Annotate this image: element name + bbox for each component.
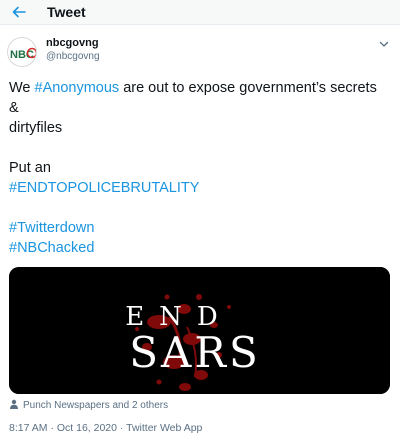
tagged-users-label: Punch Newspapers and 2 others <box>23 400 169 411</box>
top-bar: Tweet <box>0 0 400 25</box>
avatar-label: NBC <box>10 49 34 61</box>
back-arrow-icon[interactable] <box>9 2 29 22</box>
tweet-text-line: & <box>9 100 19 116</box>
hashtag-endtopolicebrutality[interactable]: #ENDTOPOLICEBRUTALITY <box>9 178 395 198</box>
tweet-timestamp[interactable]: 8:17 AM · Oct 16, 2020 · Twitter Web App <box>9 421 202 435</box>
avatar[interactable]: NBC <box>7 37 37 67</box>
hashtag-anonymous[interactable]: #Anonymous <box>35 80 120 96</box>
chevron-down-icon[interactable] <box>378 38 390 50</box>
tagged-users[interactable]: Punch Newspapers and 2 others <box>9 399 168 413</box>
hashtag-twitterdown[interactable]: #Twitterdown <box>9 218 395 238</box>
tweet-text: We #Anonymous are out to expose governme… <box>9 78 395 258</box>
tweet-text-line: Put an <box>9 160 51 176</box>
tweet-text-segment: We <box>9 80 35 96</box>
tweet-text-line: dirtyfiles <box>9 120 63 136</box>
author-name[interactable]: nbcgovng <box>46 36 99 50</box>
hashtag-nbchacked[interactable]: #NBChacked <box>9 238 395 258</box>
tweet-media-image[interactable]: END SARS <box>9 267 390 394</box>
media-text-sars: SARS <box>129 328 261 377</box>
tweet-text-segment: are out to expose government’s secrets <box>119 80 377 96</box>
author-handle[interactable]: @nbcgovng <box>46 50 100 64</box>
page-title: Tweet <box>47 4 86 20</box>
person-icon <box>10 399 18 409</box>
